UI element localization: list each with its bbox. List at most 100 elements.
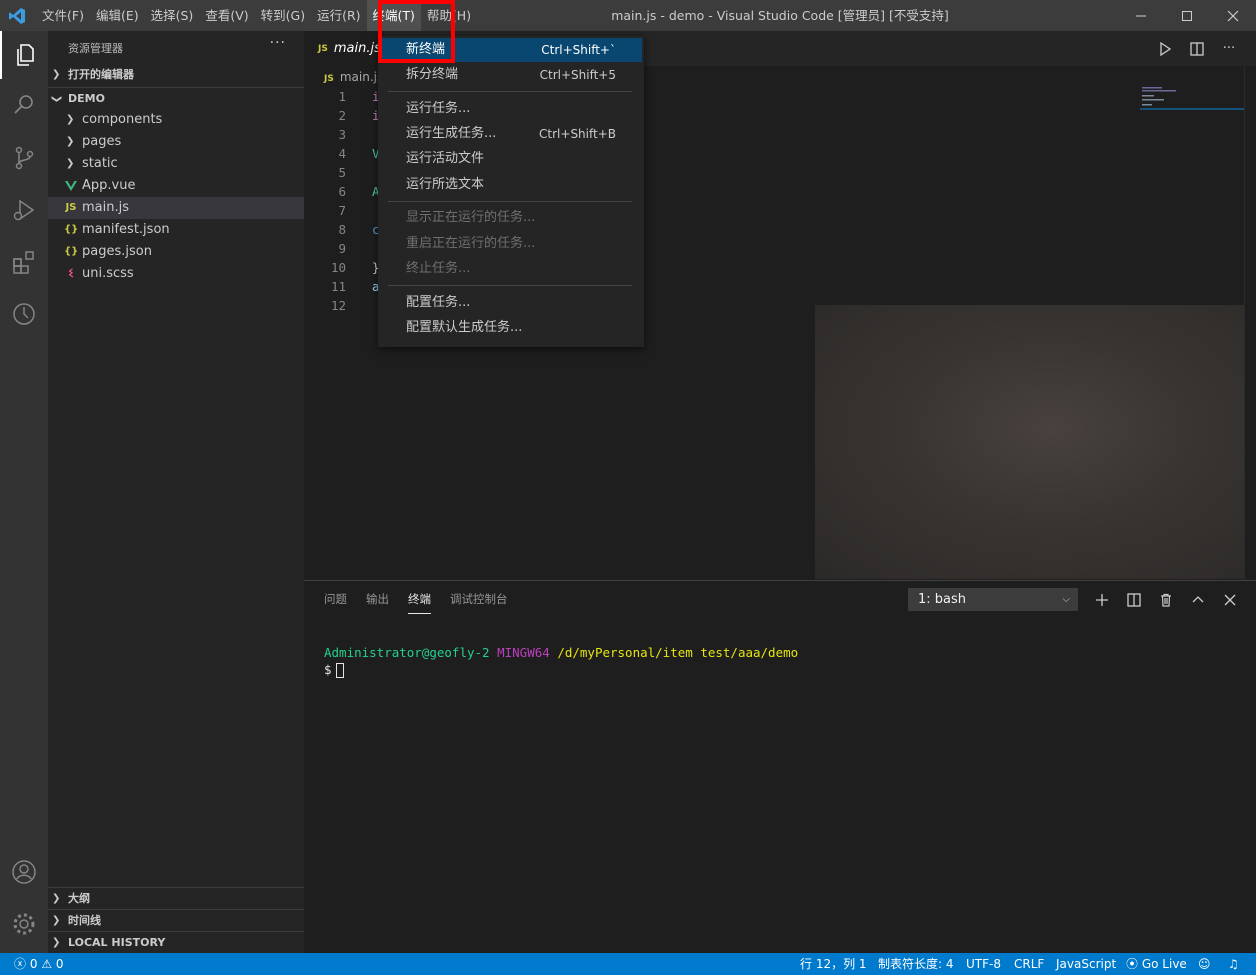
settings-gear-icon: [13, 913, 35, 935]
menu-go[interactable]: 转到(G): [255, 0, 311, 31]
tab-output[interactable]: 输出: [366, 592, 389, 614]
tab-main-js[interactable]: JS main.js: [304, 31, 384, 66]
tree-item-uni-scss[interactable]: ଽ uni.scss: [48, 263, 304, 285]
menu-run-task[interactable]: 运行任务...: [380, 97, 642, 121]
feedback-icon: ☺: [1198, 957, 1211, 971]
account-icon: [12, 860, 36, 884]
menu-help[interactable]: 帮助(H): [421, 0, 477, 31]
extensions-button[interactable]: [0, 238, 48, 286]
menu-selection[interactable]: 选择(S): [145, 0, 200, 31]
language-mode[interactable]: JavaScript: [1056, 953, 1116, 975]
minimize-button[interactable]: [1118, 0, 1164, 31]
menu-edit[interactable]: 编辑(E): [90, 0, 145, 31]
more-icon: ···: [1222, 41, 1236, 56]
tab-problems[interactable]: 问题: [324, 592, 347, 614]
local-history-section[interactable]: ❯ LOCAL HISTORY: [48, 931, 304, 953]
menu-separator: [388, 201, 632, 202]
explorer-icon: [17, 44, 34, 66]
line-number: 11: [330, 279, 346, 294]
editor-scrollbar[interactable]: [1244, 66, 1256, 580]
tree-item-static[interactable]: ❯ static: [48, 153, 304, 175]
maximize-button[interactable]: [1164, 0, 1210, 31]
menu-item-label: 配置任务...: [406, 295, 471, 310]
terminal-select-value: 1: bash: [918, 592, 967, 607]
menu-terminal[interactable]: 终端(T): [366, 0, 421, 31]
terminal-select-dropdown[interactable]: 1: bash ⌵: [908, 588, 1078, 611]
tab-debug-console[interactable]: 调试控制台: [450, 592, 508, 614]
feedback-button[interactable]: ☺: [1198, 953, 1211, 975]
minimize-icon: [1136, 15, 1146, 16]
split-editor-button[interactable]: [1181, 31, 1213, 66]
explorer-sidebar: 资源管理器 ··· ❯ 打开的编辑器 ❯ DEMO ❯ components ❯…: [48, 31, 304, 953]
encoding[interactable]: UTF-8: [966, 953, 1001, 975]
tree-item-manifest-json[interactable]: {} manifest.json: [48, 219, 304, 241]
explorer-button[interactable]: [0, 31, 48, 79]
end-of-line[interactable]: CRLF: [1014, 953, 1044, 975]
breadcrumb[interactable]: JS main.js: [324, 67, 383, 87]
go-live-button[interactable]: ⦿ Go Live: [1126, 953, 1187, 975]
chevron-right-icon: ❯: [52, 915, 61, 926]
scss-file-icon: ଽ: [68, 266, 74, 281]
run-debug-button[interactable]: [0, 186, 48, 234]
menu-item-shortcut: Ctrl+Shift+5: [539, 68, 616, 82]
source-control-button[interactable]: [0, 134, 48, 182]
run-file-button[interactable]: [1149, 31, 1181, 66]
menu-run-build-task[interactable]: 运行生成任务... Ctrl+Shift+B: [380, 122, 642, 146]
timeline-icon: [13, 303, 35, 325]
tab-size[interactable]: 制表符长度: 4: [878, 953, 954, 975]
tree-item-app-vue[interactable]: App.vue: [48, 175, 304, 197]
tree-item-components[interactable]: ❯ components: [48, 109, 304, 131]
sidebar-title: 资源管理器: [68, 42, 123, 55]
menu-configure-default-build-task[interactable]: 配置默认生成任务...: [380, 316, 642, 340]
menu-item-label: 终止任务...: [406, 261, 471, 276]
open-editors-section[interactable]: ❯ 打开的编辑器: [48, 64, 304, 86]
tab-label: main.js: [333, 41, 381, 56]
chevron-right-icon: ❯: [66, 114, 75, 125]
chevron-right-icon: ❯: [66, 158, 75, 169]
kill-terminal-button[interactable]: [1154, 588, 1178, 612]
close-window-button[interactable]: [1210, 0, 1256, 31]
terminal-input-line[interactable]: $: [324, 661, 344, 678]
account-button[interactable]: [0, 848, 48, 896]
close-panel-button[interactable]: [1218, 588, 1242, 612]
split-terminal-button[interactable]: [1122, 588, 1146, 612]
timeline-section[interactable]: ❯ 时间线: [48, 909, 304, 931]
maximize-panel-button[interactable]: [1186, 588, 1210, 612]
tree-item-main-js[interactable]: JS main.js: [48, 197, 304, 219]
chevron-down-icon: ⌵: [1062, 594, 1070, 605]
timeline-button[interactable]: [0, 290, 48, 338]
more-editor-actions-button[interactable]: ···: [1213, 31, 1245, 66]
tree-item-pages-json[interactable]: {} pages.json: [48, 241, 304, 263]
search-button[interactable]: [0, 81, 48, 129]
error-count: 0: [29, 957, 38, 971]
minimap[interactable]: [1140, 86, 1244, 110]
menu-file[interactable]: 文件(F): [36, 0, 90, 31]
prompt-symbol: $: [324, 662, 332, 677]
menu-item-label: 新终端: [406, 42, 446, 57]
menu-item-label: 运行活动文件: [406, 151, 485, 166]
menu-item-shortcut: Ctrl+Shift+`: [541, 43, 616, 57]
tree-item-pages[interactable]: ❯ pages: [48, 131, 304, 153]
tab-terminal[interactable]: 终端: [408, 592, 431, 614]
outline-section[interactable]: ❯ 大纲: [48, 887, 304, 909]
activity-bar: [0, 31, 48, 953]
menu-view[interactable]: 查看(V): [199, 0, 254, 31]
close-icon: [1227, 10, 1239, 21]
menu-run-selected-text[interactable]: 运行所选文本: [380, 173, 642, 197]
maximize-icon: [1182, 10, 1192, 21]
notifications-button[interactable]: ♫: [1228, 953, 1239, 975]
menu-new-terminal[interactable]: 新终端 Ctrl+Shift+`: [380, 38, 642, 62]
menu-run[interactable]: 运行(R): [311, 0, 366, 31]
menu-restart-running-task: 重启正在运行的任务...: [380, 232, 642, 256]
menu-run-active-file[interactable]: 运行活动文件: [380, 147, 642, 171]
minimap-preview: [1140, 87, 1244, 110]
settings-button[interactable]: [0, 900, 48, 948]
menu-configure-tasks[interactable]: 配置任务...: [380, 291, 642, 315]
problems-status[interactable]: ⓧ 0 ⚠ 0: [14, 953, 64, 975]
folder-section-demo[interactable]: ❯ DEMO: [48, 87, 304, 109]
menu-item-label: 运行生成任务...: [406, 126, 497, 141]
new-terminal-button[interactable]: [1090, 588, 1114, 612]
menu-split-terminal[interactable]: 拆分终端 Ctrl+Shift+5: [380, 63, 642, 87]
cursor-position[interactable]: 行 12，列 1: [800, 953, 867, 975]
more-actions-button[interactable]: ···: [270, 35, 286, 51]
